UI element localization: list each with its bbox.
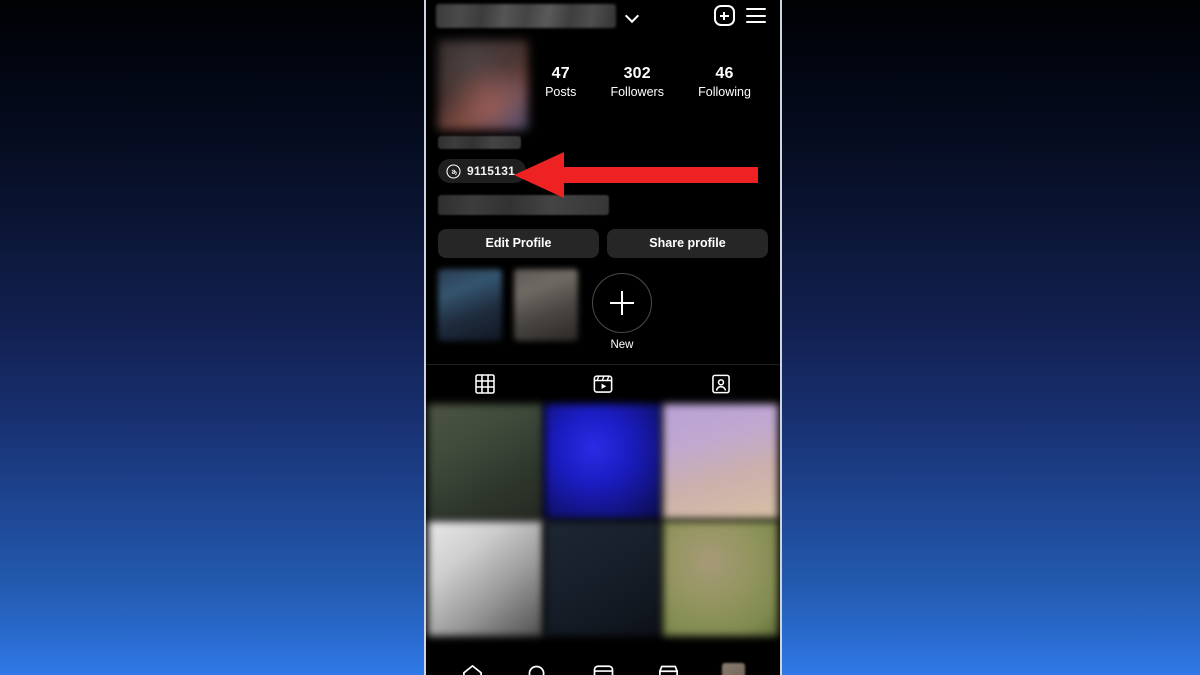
stat-posts[interactable]: 47 Posts (545, 64, 576, 101)
bottom-nav-shop[interactable] (636, 663, 701, 675)
bio-redacted (438, 194, 609, 215)
tagged-icon (712, 374, 730, 394)
profile-tab-bar (426, 363, 780, 404)
grid-cell-1[interactable] (428, 403, 544, 519)
new-highlight-label: New (610, 338, 634, 351)
top-bar (426, 0, 780, 31)
new-highlight-button[interactable]: New (590, 269, 654, 351)
bio-area: 9115131 (426, 130, 780, 215)
display-name-redacted (438, 136, 521, 149)
highlight-thumbnail-1 (438, 268, 502, 341)
highlight-item-1[interactable] (438, 268, 502, 341)
stat-following-label: Following (698, 85, 751, 99)
stat-following-value: 46 (715, 65, 734, 82)
search-icon (528, 665, 545, 675)
home-icon (463, 665, 483, 675)
profile-stats: 47 Posts 302 Followers 46 Following (528, 40, 768, 101)
reels-icon (593, 375, 613, 393)
stat-followers[interactable]: 302 Followers (610, 64, 664, 101)
photo-grid (426, 403, 780, 637)
profile-actions: Edit Profile Share profile (426, 215, 780, 258)
profile-avatar-icon (721, 663, 745, 675)
reels-icon (593, 665, 613, 675)
create-button[interactable] (710, 2, 738, 30)
phone-frame: 47 Posts 302 Followers 46 Following 9115… (424, 0, 782, 675)
profile-header: 47 Posts 302 Followers 46 Following (426, 31, 780, 130)
username-redacted-bar[interactable] (436, 3, 616, 28)
share-profile-button[interactable]: Share profile (607, 228, 768, 258)
plus-square-icon (713, 5, 735, 26)
shop-icon (658, 665, 678, 675)
threads-count-label: 9115131 (467, 164, 516, 178)
bottom-nav-home[interactable] (440, 663, 505, 675)
menu-button[interactable] (742, 2, 770, 30)
grid-cell-5[interactable] (545, 520, 661, 637)
stat-posts-value: 47 (551, 65, 570, 82)
grid-cell-3[interactable] (662, 403, 779, 519)
grid-cell-2[interactable] (545, 403, 661, 519)
story-highlights: New (426, 258, 780, 351)
threads-badge[interactable]: 9115131 (438, 159, 527, 183)
highlight-item-2[interactable] (514, 268, 578, 341)
bottom-nav-reels[interactable] (570, 663, 635, 675)
plus-icon (592, 272, 652, 333)
stat-followers-label: Followers (610, 85, 664, 99)
edit-profile-button[interactable]: Edit Profile (438, 228, 599, 258)
stat-followers-value: 302 (623, 65, 651, 82)
grid-cell-4[interactable] (428, 520, 544, 637)
threads-logo-icon (446, 163, 461, 179)
grid-icon (475, 374, 495, 394)
stat-following[interactable]: 46 Following (698, 64, 751, 101)
chevron-down-icon[interactable] (625, 9, 639, 23)
bottom-nav-search[interactable] (505, 663, 570, 675)
tab-grid[interactable] (426, 365, 544, 404)
highlight-thumbnail-2 (514, 268, 578, 341)
phone-screen: 47 Posts 302 Followers 46 Following 9115… (426, 0, 780, 675)
bottom-nav-bar (426, 655, 780, 675)
hamburger-menu-icon (746, 8, 766, 23)
tab-tagged[interactable] (662, 365, 780, 404)
grid-cell-6[interactable] (662, 520, 779, 637)
stat-posts-label: Posts (545, 85, 577, 99)
tab-reels[interactable] (544, 365, 662, 404)
avatar[interactable] (438, 40, 528, 130)
bottom-nav-profile[interactable] (701, 663, 766, 675)
